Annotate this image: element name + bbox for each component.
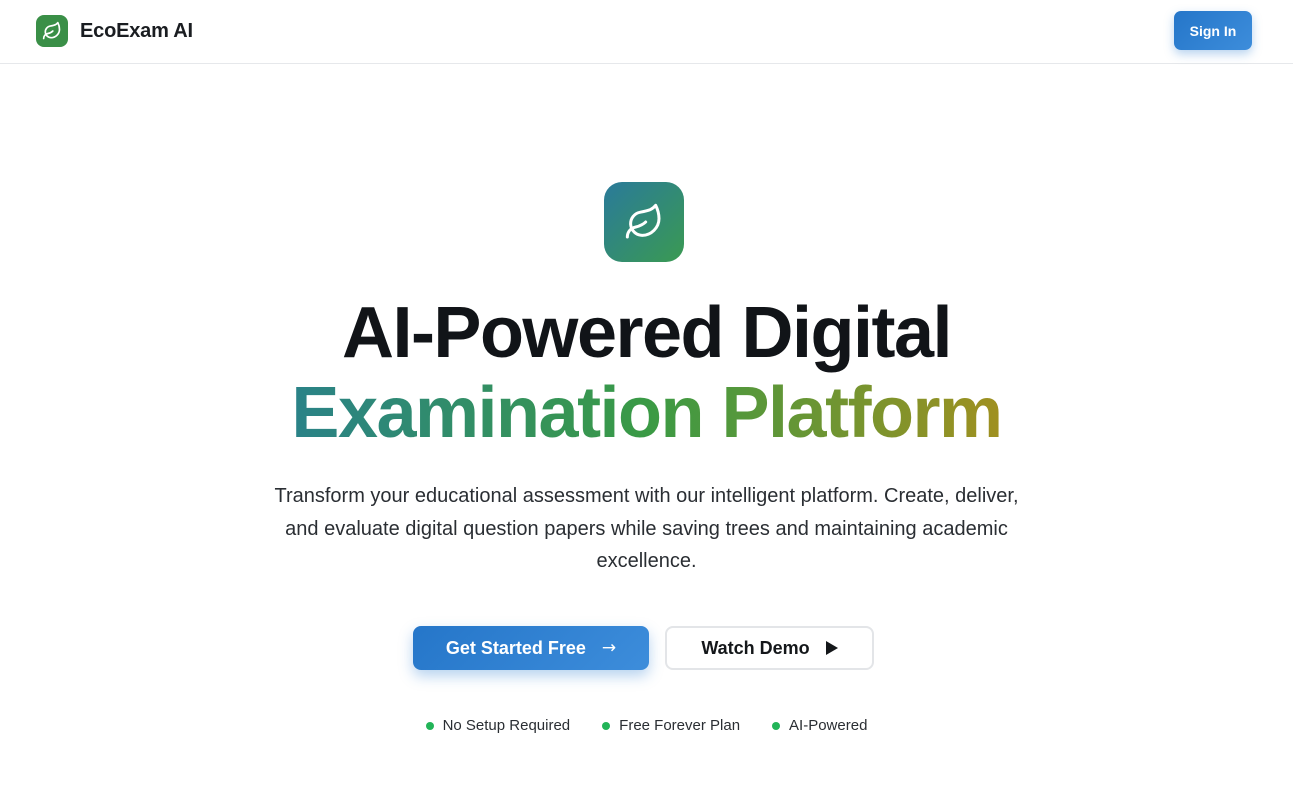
feature-item: Free Forever Plan (602, 717, 740, 734)
status-dot-icon (772, 721, 781, 730)
watch-demo-button[interactable]: Watch Demo (665, 626, 874, 670)
brand-name: EcoExam AI (80, 19, 193, 42)
hero-subtitle: Transform your educational assessment wi… (274, 485, 1019, 572)
feature-list: No Setup Required Free Forever Plan AI-P… (0, 717, 1293, 734)
feature-label: No Setup Required (442, 717, 571, 734)
feature-label: Free Forever Plan (619, 717, 741, 734)
hero-headline-gradient-text: Examination Platform (291, 373, 1003, 453)
leaf-icon (604, 182, 684, 262)
hero-headline-line2: Examination Platform (0, 370, 1293, 456)
get-started-button[interactable]: Get Started Free → (413, 626, 649, 670)
hero-headline-line1: AI-Powered Digital (341, 293, 953, 373)
watch-demo-label: Watch Demo (701, 637, 810, 658)
feature-item: AI-Powered (772, 717, 867, 734)
arrow-right-icon: → (601, 638, 617, 658)
brand[interactable]: EcoExam AI (36, 15, 193, 47)
play-icon (825, 641, 838, 655)
get-started-label: Get Started Free (445, 637, 586, 658)
feature-label: AI-Powered (789, 717, 868, 734)
status-dot-icon (602, 721, 611, 730)
sign-in-button[interactable]: Sign In (1174, 11, 1252, 50)
feature-item: No Setup Required (425, 717, 571, 734)
status-dot-icon (425, 721, 434, 730)
leaf-icon (36, 15, 68, 47)
top-navbar: EcoExam AI Sign In (0, 0, 1293, 64)
